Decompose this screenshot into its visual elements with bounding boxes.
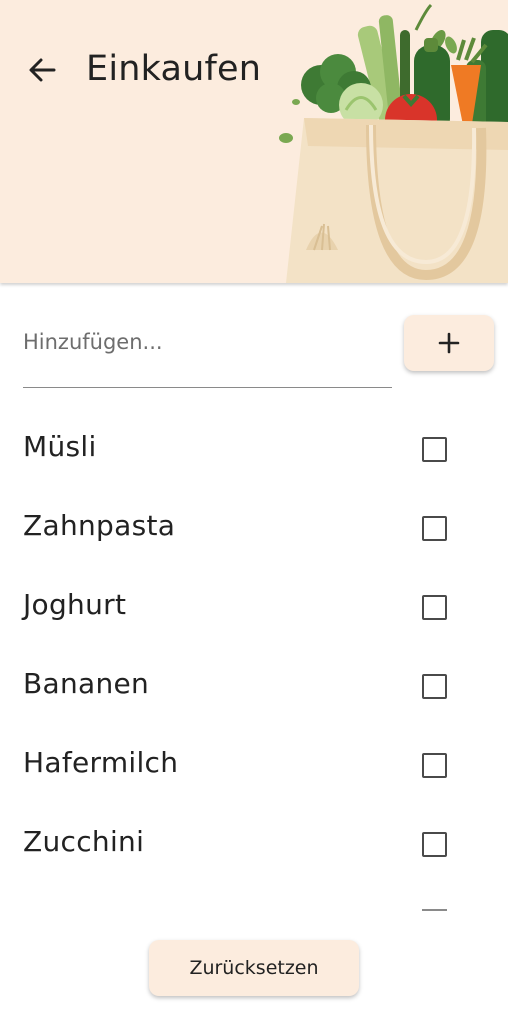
item-checkbox[interactable] <box>422 674 447 699</box>
list-item: Joghurt <box>0 568 508 647</box>
list-item: Müsli <box>0 410 508 489</box>
list-item-label: Müsli <box>23 430 97 463</box>
list-item-label: Bananen <box>23 667 150 700</box>
shopping-list: Müsli Zahnpasta Joghurt Bananen Hafermilch Zu… <box>0 410 508 884</box>
list-item-label: Zahnpasta <box>23 509 176 542</box>
arrow-left-icon <box>29 58 56 82</box>
reset-button[interactable]: Zurücksetzen <box>149 940 359 996</box>
list-item-label: Hafermilch <box>23 746 179 779</box>
page-title: Einkaufen <box>86 49 262 89</box>
app-header: Einkaufen <box>0 0 508 283</box>
list-item: Bananen <box>0 647 508 726</box>
list-item: Zucchini <box>0 805 508 884</box>
add-item-input[interactable] <box>23 312 392 388</box>
list-overflow-indicator <box>422 909 447 911</box>
list-item-label: Zucchini <box>23 825 145 858</box>
item-checkbox[interactable] <box>422 595 447 620</box>
item-checkbox[interactable] <box>422 516 447 541</box>
back-button[interactable] <box>22 50 62 90</box>
item-checkbox[interactable] <box>422 753 447 778</box>
grocery-bag-illustration <box>279 3 508 283</box>
plus-icon <box>438 332 460 354</box>
list-item: Hafermilch <box>0 726 508 805</box>
list-item: Zahnpasta <box>0 489 508 568</box>
item-checkbox[interactable] <box>422 832 447 857</box>
item-checkbox[interactable] <box>422 437 447 462</box>
list-item-label: Joghurt <box>23 588 127 621</box>
add-item-button[interactable] <box>404 315 494 371</box>
